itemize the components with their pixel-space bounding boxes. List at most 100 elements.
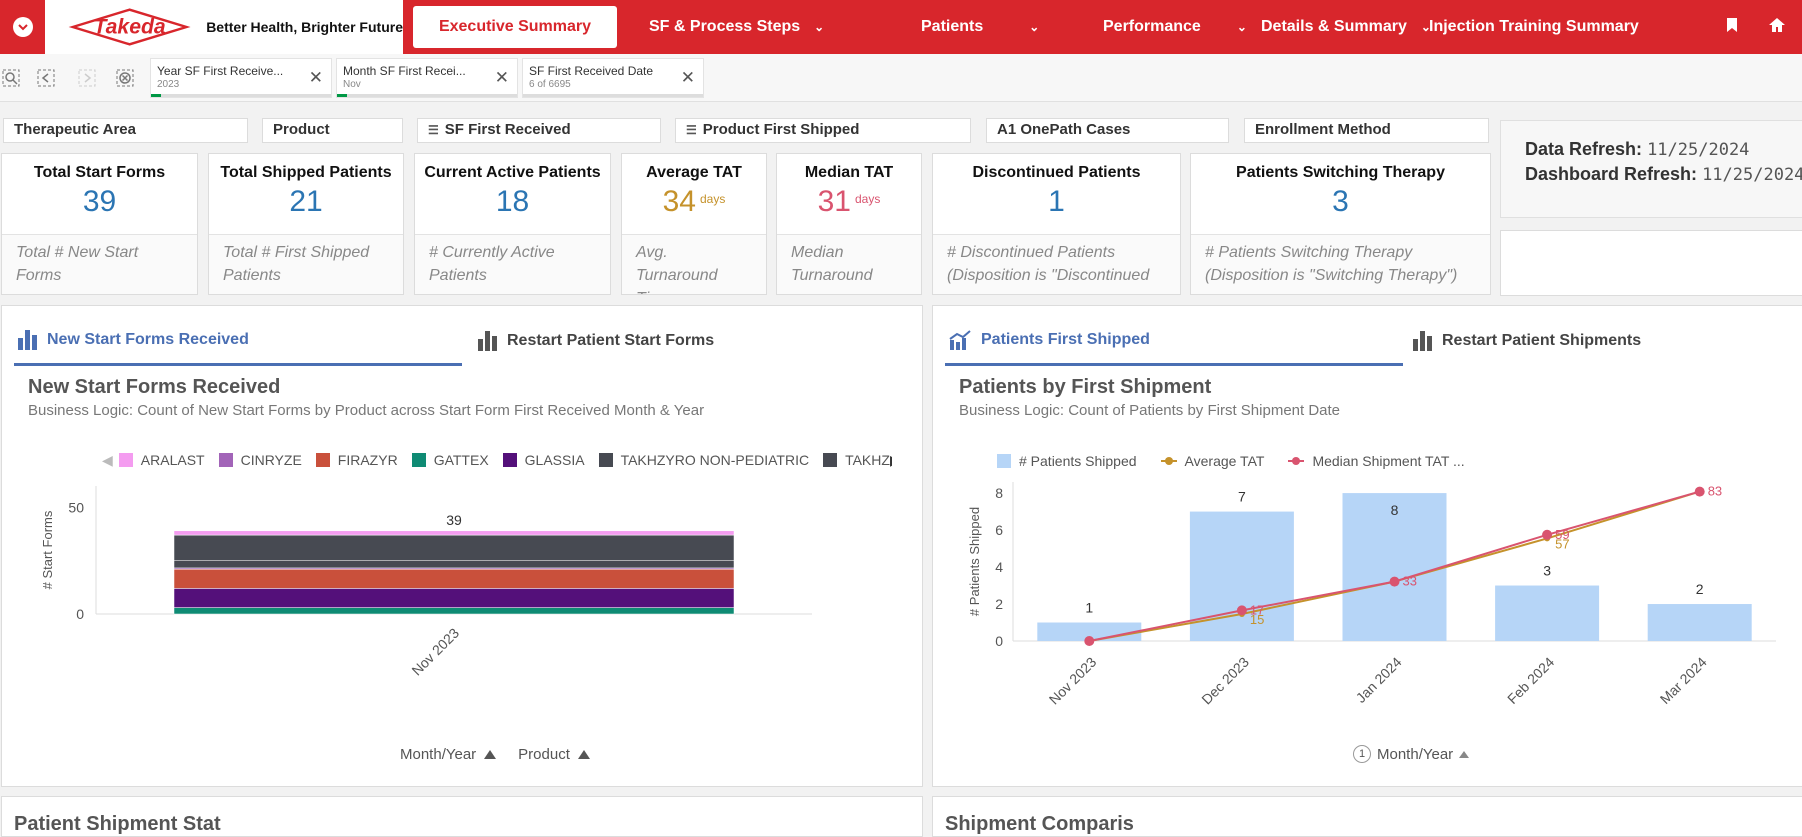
selection-chip-year[interactable]: Year SF First Receive... 2023 ✕ (150, 57, 332, 98)
tab-executive-summary[interactable]: Executive Summary (413, 6, 617, 48)
kpi-number: 1 (1048, 185, 1065, 218)
filter-a1-onepath-cases[interactable]: A1 OnePath Cases (986, 118, 1229, 143)
close-icon[interactable]: ✕ (495, 68, 509, 88)
tab-sf-process-steps[interactable]: SF & Process Steps ⌄ (627, 0, 845, 54)
kpi-title: Patients Switching Therapy (1236, 164, 1445, 181)
legend-item[interactable]: TAKHZ (823, 452, 890, 468)
close-icon[interactable]: ✕ (681, 68, 695, 88)
dashboard-refresh-row: Dashboard Refresh: 11/25/2024 (1525, 162, 1802, 187)
bar-segment (173, 588, 735, 608)
legend-marker (1164, 457, 1173, 465)
empty-card (1500, 230, 1802, 296)
chart-subtitle: Business Logic: Count of New Start Forms… (28, 402, 705, 419)
tab-injection-training-summary[interactable]: Injection Training Summary (1429, 0, 1647, 54)
y-tick-label: 50 (68, 499, 84, 515)
tab-patients-first-shipped[interactable]: Patients First Shipped (945, 316, 1403, 366)
panel-title: Patient Shipment Stat (14, 813, 221, 835)
sort-controls: Month/Year Product (400, 746, 604, 763)
legend-item[interactable]: ARALAST (118, 452, 205, 468)
home-icon[interactable] (1768, 17, 1786, 38)
tab-performance[interactable]: Performance ⌄ (1043, 0, 1247, 54)
legend-swatch (997, 454, 1011, 468)
legend-label: GATTEX (433, 452, 489, 468)
tab-restart-patient-shipments[interactable]: Restart Patient Shipments (1403, 316, 1783, 366)
sort-label-product[interactable]: Product (518, 746, 570, 763)
filter-label: Therapeutic Area (14, 121, 136, 138)
legend-label: TAKHZYRO NON-PEDIATRIC (620, 452, 810, 468)
x-tick-label: Jan 2024 (1353, 654, 1405, 706)
kpi-total-shipped-patients: Total Shipped Patients 21 Total # First … (208, 153, 404, 295)
tab-label: Patients (921, 18, 984, 35)
kpi-median-tat: Median TAT 31 days Median Turnaround (776, 153, 922, 295)
legend-item[interactable]: Average TAT (1160, 453, 1264, 469)
tab-patients[interactable]: Patients ⌄ (845, 0, 1043, 54)
hierarchy-icon: ☰ (686, 123, 697, 137)
y-tick-label: 6 (995, 522, 1003, 538)
filter-enrollment-method[interactable]: Enrollment Method (1244, 118, 1489, 143)
step-forward-icon[interactable] (70, 54, 104, 102)
sort-label-month-year[interactable]: Month/Year (1377, 746, 1453, 763)
selection-chip-date[interactable]: SF First Received Date 6 of 6695 ✕ (522, 57, 704, 98)
smart-search-icon[interactable] (0, 54, 22, 102)
chevron-down-icon (12, 17, 33, 37)
close-icon[interactable]: ✕ (309, 68, 323, 88)
kpi-number: 39 (82, 185, 117, 218)
legend-item[interactable]: GLASSIA (502, 452, 585, 468)
line-point (1389, 576, 1400, 587)
tab-details-summary[interactable]: Details & Summary ⌄ (1241, 0, 1431, 54)
selection-state-bar (523, 93, 703, 97)
legend-label: CINRYZE (240, 452, 302, 468)
legend-item[interactable]: FIRAZYR (315, 452, 398, 468)
sort-label-month-year[interactable]: Month/Year (400, 746, 476, 763)
filter-sf-first-received[interactable]: ☰ SF First Received (417, 118, 661, 143)
filter-therapeutic-area[interactable]: Therapeutic Area (3, 118, 248, 143)
kpi-number: 21 (289, 185, 323, 218)
sort-ascending-icon[interactable] (577, 750, 590, 759)
filter-product-first-shipped[interactable]: ☰ Product First Shipped (675, 118, 971, 143)
tab-restart-patient-start-forms[interactable]: Restart Patient Start Forms (462, 316, 902, 366)
step-back-icon[interactable] (22, 54, 70, 102)
legend-item[interactable]: Median Shipment TAT ... (1288, 453, 1465, 469)
legend-item[interactable]: CINRYZE (218, 452, 302, 468)
line-point (1694, 486, 1705, 497)
kpi-average-tat: Average TAT 34 days Avg. Turnaround Time (621, 153, 767, 295)
chart-legend: # Patients Shipped Average TAT Median Ship… (997, 451, 1697, 471)
bar-segment (173, 530, 735, 536)
clear-selections-icon[interactable] (104, 54, 146, 102)
menu-toggle-button[interactable] (0, 0, 45, 54)
chart-title: New Start Forms Received (28, 376, 281, 398)
line-point (1236, 605, 1247, 616)
main-nav: Executive Summary SF & Process Steps ⌄ Pa… (403, 0, 1726, 54)
legend-prev-icon[interactable]: ◀ (102, 452, 113, 469)
bookmark-icon[interactable] (1726, 17, 1738, 38)
line-point (1084, 636, 1095, 646)
filter-product[interactable]: Product (262, 118, 403, 143)
legend-next-icon[interactable]: ▶ (890, 452, 892, 469)
kpi-description: # Patients Switching Therapy (Dispositio… (1191, 234, 1490, 294)
tab-new-start-forms-received[interactable]: New Start Forms Received (14, 316, 462, 366)
kpi-value: 31 days (777, 185, 921, 225)
y-tick-label: 8 (995, 485, 1003, 501)
legend-item[interactable]: TAKHZYRO NON-PEDIATRIC (598, 452, 810, 468)
y-axis-title: # Start Forms (40, 510, 55, 589)
legend-swatch (411, 453, 426, 467)
selection-chip-month[interactable]: Month SF First Recei... Nov ✕ (336, 57, 518, 98)
x-tick-label: Feb 2024 (1504, 654, 1557, 707)
refresh-info: Data Refresh: 11/25/2024 Dashboard Refre… (1500, 120, 1802, 218)
filter-label: Enrollment Method (1255, 121, 1391, 138)
filter-label: A1 OnePath Cases (997, 121, 1131, 138)
chevron-down-icon: ⌄ (814, 20, 825, 34)
kpi-unit: days (855, 192, 881, 206)
new-start-forms-panel: New Start Forms Received Restart Patient… (1, 305, 923, 787)
legend-swatch (502, 453, 517, 467)
sort-ascending-icon[interactable] (484, 750, 497, 759)
line-value-label: 33 (1403, 574, 1417, 589)
legend-item[interactable]: GATTEX (411, 452, 489, 468)
kpi-title: Current Active Patients (424, 164, 601, 181)
sort-ascending-icon[interactable] (1459, 750, 1470, 758)
tab-label: Performance (1103, 18, 1201, 35)
chip-value: 6 of 6695 (529, 78, 571, 90)
kpi-discontinued-patients: Discontinued Patients 1 # Discontinued P… (932, 153, 1181, 295)
kpi-title: Discontinued Patients (972, 164, 1141, 181)
legend-item[interactable]: # Patients Shipped (997, 453, 1137, 469)
